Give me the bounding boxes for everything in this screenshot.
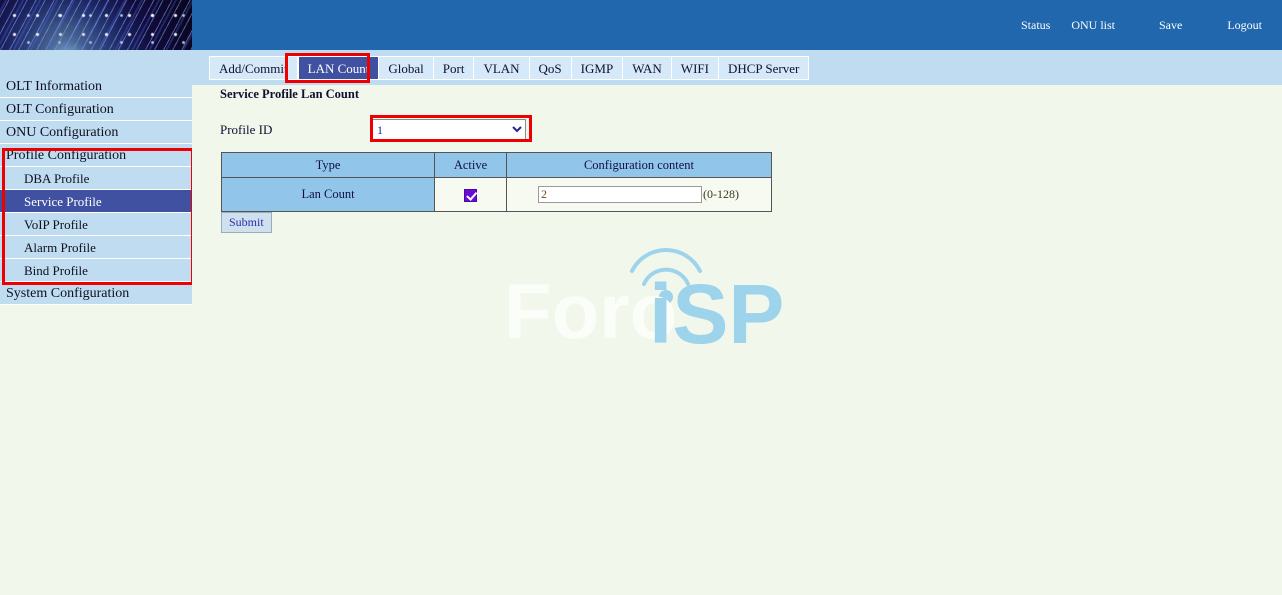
tab-lan-count[interactable]: LAN Count [297,56,380,80]
sidebar-item-voip-profile[interactable]: VoIP Profile [0,213,192,236]
profile-id-row: Profile ID 1 [220,119,526,140]
sidebar-item-onu-configuration[interactable]: ONU Configuration [0,121,192,144]
tab-wan[interactable]: WAN [623,56,672,80]
tab-add-commit[interactable]: Add/Commit [209,56,298,80]
cell-configuration-content: (0-128) [506,177,772,212]
watermark-wifi-arcs [630,248,702,304]
profile-id-select[interactable]: 1 [370,119,526,140]
cell-type-lan-count: Lan Count [221,177,435,212]
tab-global[interactable]: Global [379,56,434,80]
sidebar-item-system-configuration[interactable]: System Configuration [0,282,192,305]
sidebar-item-alarm-profile[interactable]: Alarm Profile [0,236,192,259]
main-content: Service Profile Lan Count Profile ID 1 T… [192,85,1282,595]
table-header-row: Type Active Configuration content [221,152,772,178]
sidebar-item-service-profile[interactable]: Service Profile [0,190,192,213]
topnav-link-save[interactable]: Save [1159,18,1182,33]
tab-vlan[interactable]: VLAN [474,56,530,80]
sidebar-item-bind-profile[interactable]: Bind Profile [0,259,192,282]
lan-count-value-group: (0-128) [507,186,770,203]
sidebar-item-dba-profile[interactable]: DBA Profile [0,167,192,190]
tab-port[interactable]: Port [433,56,475,80]
topnav-link-onu-list[interactable]: ONU list [1071,18,1115,33]
tab-bar: Add/Commit LAN Count Global Port VLAN Qo… [0,50,1282,85]
sidebar-item-olt-information[interactable]: OLT Information [0,75,192,98]
tab-dhcp-server[interactable]: DHCP Server [718,56,810,80]
table-header: Type Active Configuration content [221,152,772,178]
column-header-type: Type [221,152,435,178]
column-header-active: Active [434,152,507,178]
tab-wifi[interactable]: WIFI [671,56,719,80]
submit-button[interactable]: Submit [221,212,272,233]
tab-list: Add/Commit LAN Count Global Port VLAN Qo… [209,56,810,80]
sidebar-item-olt-configuration[interactable]: OLT Configuration [0,98,192,121]
foroisp-watermark-svg: Foro iSP [504,248,784,361]
sidebar-nav: OLT Information OLT Configuration ONU Co… [0,75,192,305]
profile-id-label: Profile ID [220,121,273,137]
lan-count-range-hint: (0-128) [703,187,739,201]
watermark-text-isp: iSP [649,267,784,353]
lan-count-active-checkbox[interactable] [464,188,477,202]
lan-count-input[interactable] [538,186,702,203]
top-nav: Status ONU list Save Logout [1021,0,1282,50]
sidebar-item-profile-configuration[interactable]: Profile Configuration [0,144,192,167]
topnav-link-logout[interactable]: Logout [1227,18,1262,33]
cell-active [434,177,507,212]
foroisp-watermark: Foro iSP [504,243,804,361]
configuration-table: Type Active Configuration content Lan Co… [221,152,772,212]
topnav-link-status[interactable]: Status [1021,18,1050,33]
watermark-text-foro: Foro [504,267,677,353]
tab-qos[interactable]: QoS [529,56,572,80]
tab-igmp[interactable]: IGMP [571,56,624,80]
column-header-configuration-content: Configuration content [506,152,772,178]
page-title: Service Profile Lan Count [220,87,359,101]
table-row: Lan Count (0-128) [221,177,772,212]
table-body: Lan Count (0-128) [221,177,772,212]
